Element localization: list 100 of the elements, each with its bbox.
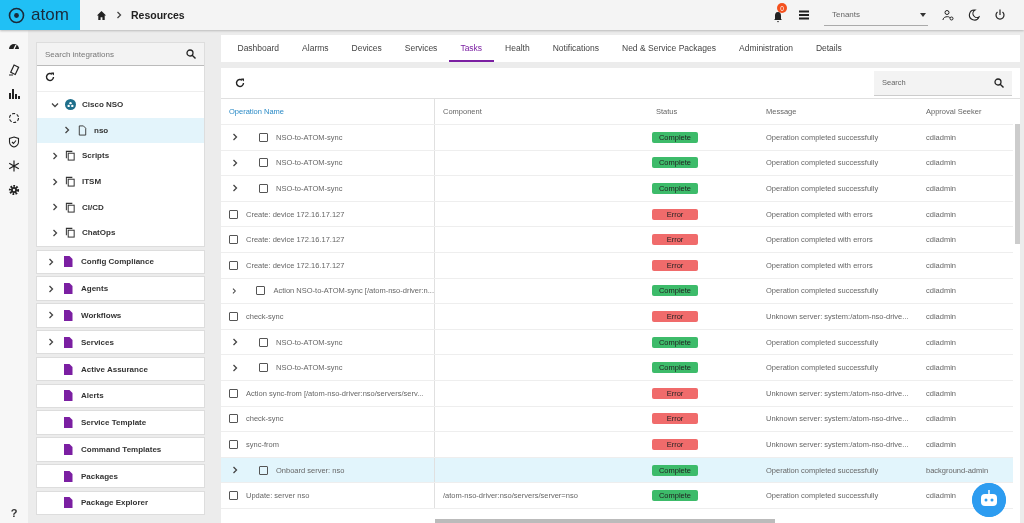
document-icon [63, 336, 73, 348]
search-icon[interactable] [994, 77, 1004, 88]
sidebar-section[interactable]: Command Templates [36, 437, 205, 462]
chevron-down-icon[interactable] [51, 100, 59, 109]
snowflake-icon[interactable] [8, 160, 20, 172]
copy-icon [65, 227, 76, 239]
sidebar-section[interactable]: Alerts [36, 383, 205, 409]
sidebar-section[interactable]: Services [36, 329, 205, 355]
shield-icon[interactable] [8, 136, 20, 148]
chevron-right-icon[interactable] [63, 126, 71, 135]
checkbox[interactable] [259, 465, 268, 475]
moon-icon[interactable] [968, 9, 980, 21]
refresh-icon[interactable] [45, 72, 55, 82]
bell-icon[interactable] [772, 11, 784, 23]
tab[interactable]: Dashboard [226, 35, 291, 62]
tab[interactable]: Services [393, 35, 449, 62]
checkbox[interactable] [229, 388, 238, 398]
robot-icon[interactable] [972, 483, 1006, 517]
tree-item[interactable]: nso [37, 117, 204, 144]
document-icon [63, 470, 73, 482]
sidebar-section[interactable]: Config Compliance [36, 249, 205, 275]
sidebar-section[interactable]: Agents [36, 276, 205, 301]
checkbox[interactable] [229, 414, 238, 424]
tab[interactable]: Ned & Service Packages [610, 35, 728, 62]
chevron-right-icon[interactable] [47, 338, 55, 347]
checkbox[interactable] [229, 235, 238, 245]
tab[interactable]: Alarms [290, 35, 341, 62]
chevron-right-icon[interactable] [231, 363, 239, 372]
chevron-right-icon[interactable] [231, 133, 239, 142]
document-icon [63, 443, 73, 455]
tree-item[interactable]: ChatOps [37, 219, 204, 246]
sidebar-section[interactable]: Service Template [36, 410, 205, 435]
chevron-right-icon[interactable] [51, 203, 59, 212]
document-icon [63, 283, 73, 295]
tab[interactable]: Administration [727, 35, 805, 62]
bar-chart-icon[interactable] [8, 88, 20, 100]
chevron-right-icon[interactable] [115, 11, 123, 19]
chevron-right-icon[interactable] [47, 257, 55, 266]
chevron-right-icon[interactable] [231, 184, 239, 193]
help-link[interactable]: ? [10, 507, 18, 519]
checkbox[interactable] [229, 439, 238, 449]
checkbox[interactable] [256, 286, 266, 296]
chevron-right-icon[interactable] [231, 158, 239, 167]
user-settings-icon[interactable] [942, 9, 954, 21]
search-field[interactable]: Search integrations [37, 43, 204, 66]
dropdown-caret-icon [920, 12, 926, 17]
home-icon[interactable] [96, 9, 107, 21]
document-icon [63, 363, 73, 375]
list-icon[interactable] [798, 9, 810, 21]
sidebar-section[interactable]: Package Explorer [36, 490, 205, 516]
tab[interactable]: Details [804, 35, 854, 62]
chevron-right-icon[interactable] [231, 338, 239, 347]
document-icon [63, 256, 73, 268]
sidebar-section[interactable]: Packages [36, 463, 205, 489]
logo-icon [8, 6, 25, 24]
document-icon [63, 497, 73, 509]
copy-icon [65, 176, 76, 188]
power-icon[interactable] [994, 9, 1006, 21]
copy-icon [65, 150, 76, 162]
scrollbar[interactable] [1015, 124, 1020, 244]
cycle-icon[interactable] [8, 112, 20, 124]
chevron-right-icon[interactable] [47, 284, 55, 293]
tenant-dropdown[interactable]: Tenants [824, 4, 928, 26]
search-icon[interactable] [186, 49, 196, 59]
document-icon [77, 124, 88, 136]
chevron-right-icon[interactable] [231, 466, 239, 474]
sidebar-section[interactable]: Active Assurance [36, 356, 205, 382]
checkbox[interactable] [259, 337, 268, 347]
scrollbar[interactable] [435, 519, 775, 523]
checkbox[interactable] [229, 311, 238, 321]
document-icon [63, 417, 73, 429]
chevron-right-icon[interactable] [47, 311, 55, 320]
chevron-right-icon[interactable] [51, 152, 59, 160]
tab[interactable]: Tasks [448, 35, 494, 62]
checkbox[interactable] [259, 158, 268, 168]
copy-icon [65, 201, 76, 213]
document-icon [63, 390, 73, 402]
tree-item[interactable]: Scripts [37, 143, 204, 169]
logo[interactable]: atom [0, 0, 80, 30]
sidebar-section[interactable]: Workflows [36, 303, 205, 328]
devices-icon[interactable] [8, 64, 20, 76]
tab[interactable]: Notifications [541, 35, 611, 62]
chevron-right-icon[interactable] [51, 177, 59, 186]
tree-item[interactable]: Cisco NSO [37, 92, 204, 118]
tab[interactable]: Devices [340, 35, 394, 62]
chevron-right-icon[interactable] [231, 286, 238, 295]
checkbox[interactable] [229, 491, 238, 501]
chevron-right-icon[interactable] [51, 228, 59, 237]
settings-icon[interactable] [8, 184, 20, 196]
checkbox[interactable] [259, 132, 268, 142]
tree-item[interactable]: ITSM [37, 168, 204, 195]
refresh-icon[interactable] [235, 78, 245, 88]
logo-icon [65, 99, 76, 111]
tab[interactable]: Health [493, 35, 542, 62]
breadcrumb: Resources [131, 9, 185, 21]
checkbox[interactable] [229, 260, 238, 270]
tree-item[interactable]: CI/CD [37, 194, 204, 220]
checkbox[interactable] [259, 363, 268, 373]
checkbox[interactable] [229, 209, 238, 219]
checkbox[interactable] [259, 184, 268, 193]
